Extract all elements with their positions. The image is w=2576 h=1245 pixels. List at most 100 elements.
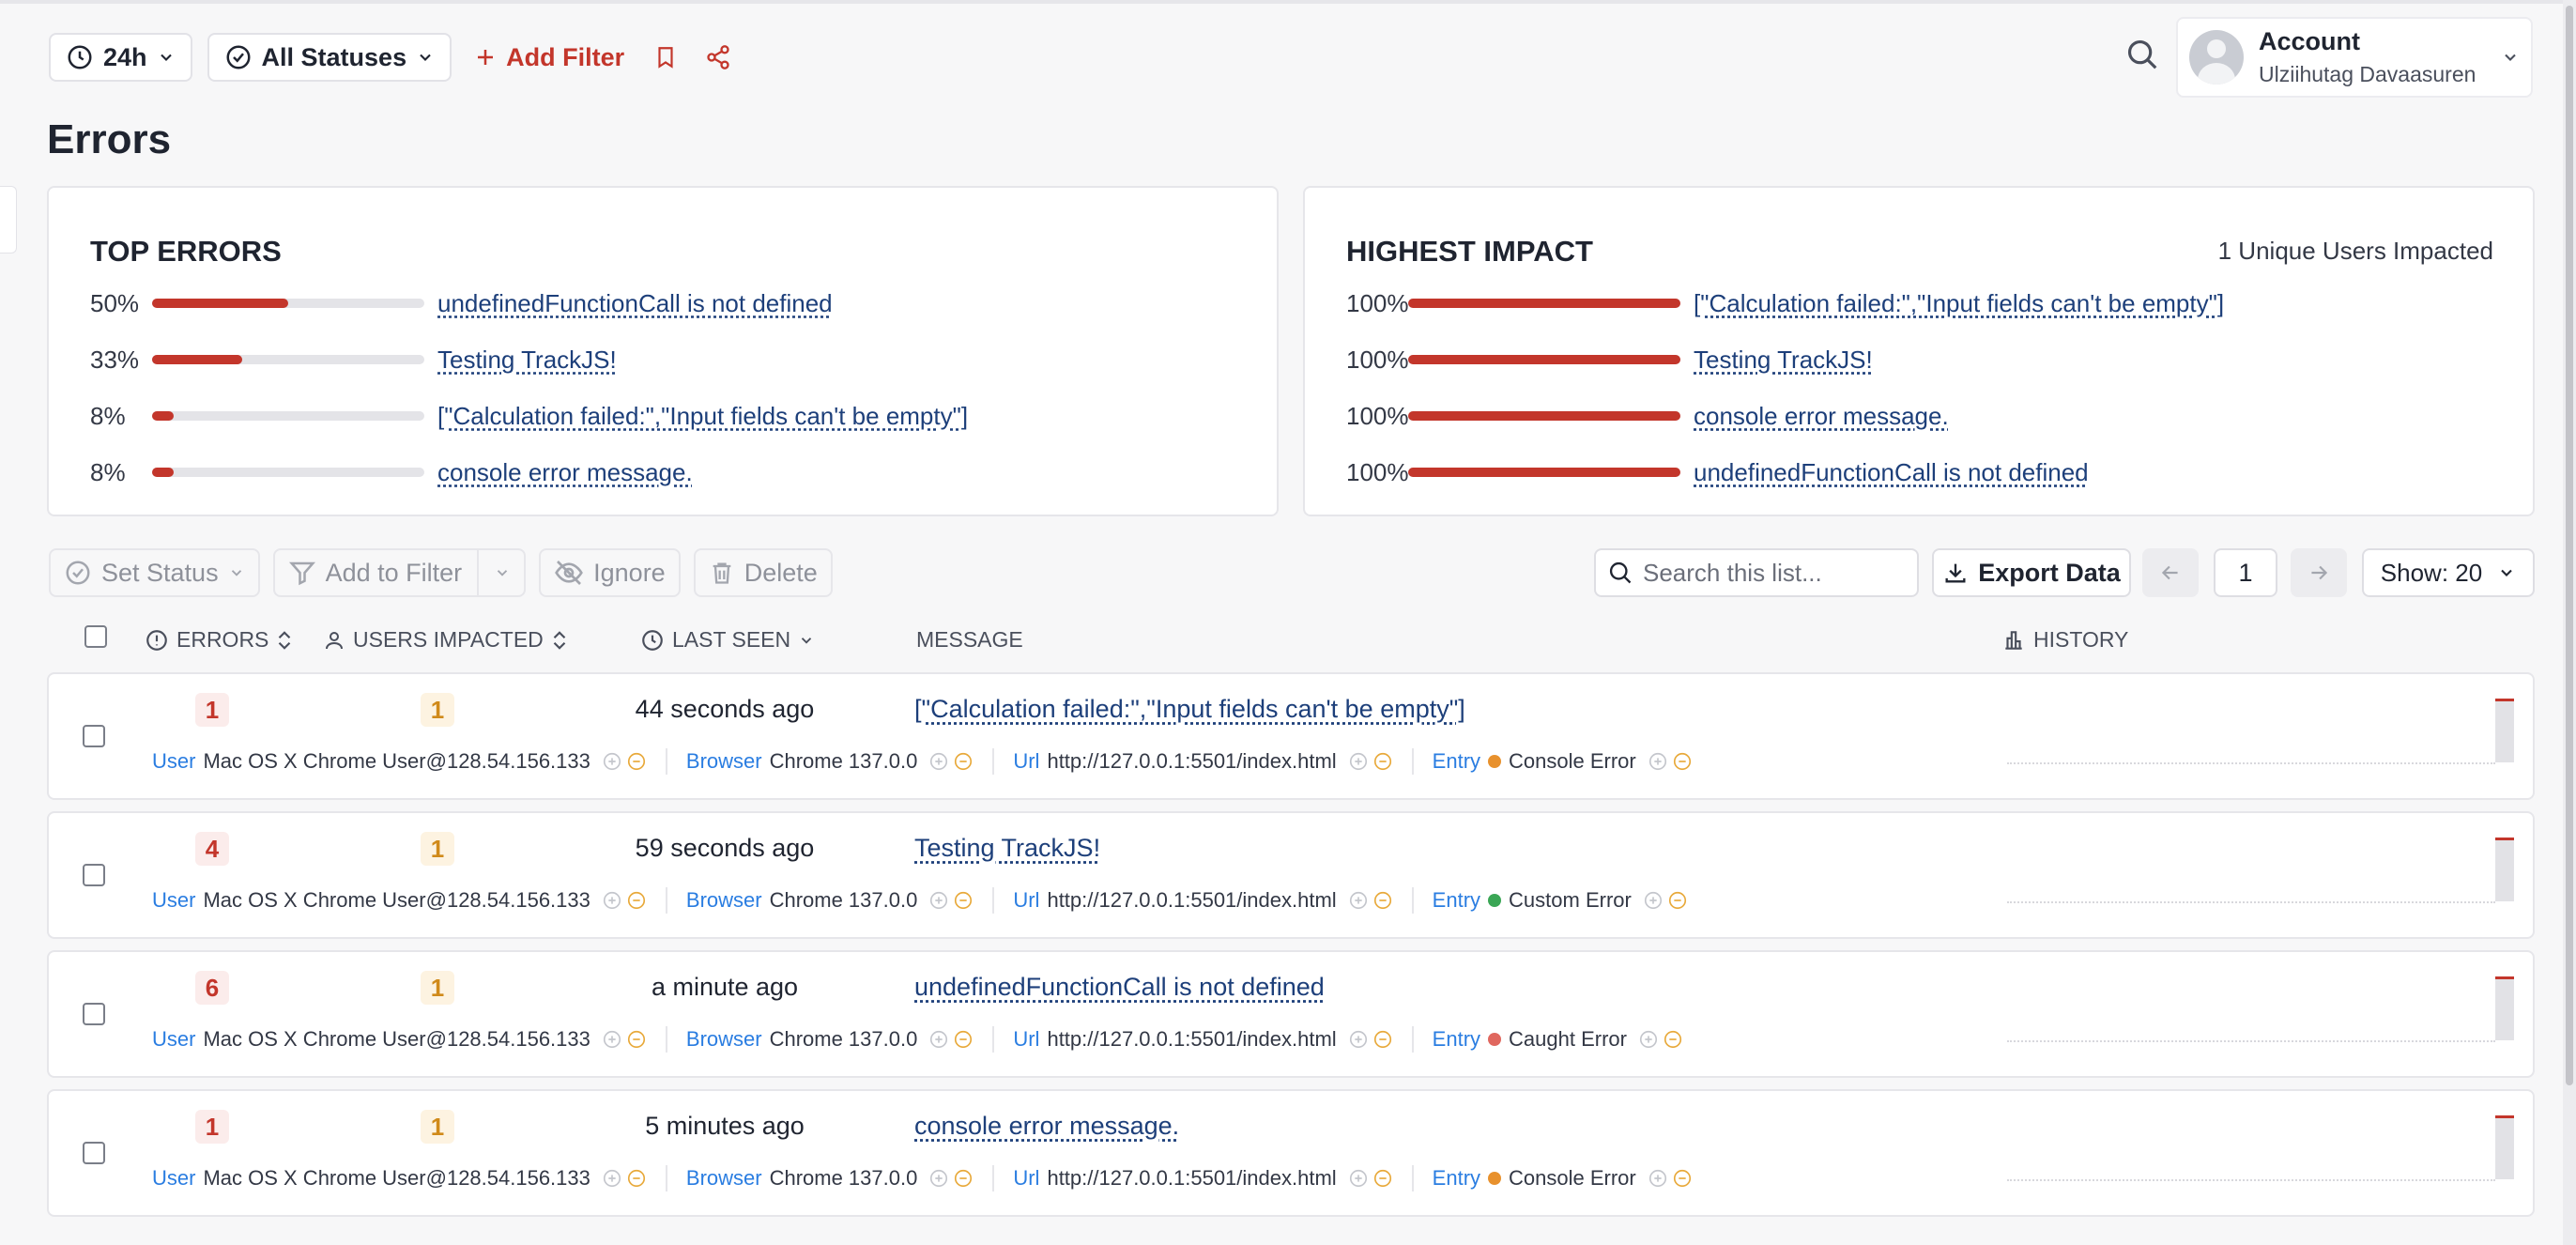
minus-circle-icon[interactable]: [626, 751, 647, 772]
plus-circle-icon[interactable]: [1348, 1168, 1369, 1189]
top-errors-card: TOP ERRORS 50% undefinedFunctionCall is …: [47, 186, 1279, 516]
row-checkbox[interactable]: [83, 725, 105, 747]
top-error-link[interactable]: ["Calculation failed:","Input fields can…: [437, 402, 968, 431]
minus-circle-icon[interactable]: [1372, 1029, 1393, 1050]
minus-circle-icon[interactable]: [1672, 1168, 1693, 1189]
plus-circle-icon[interactable]: [1348, 751, 1369, 772]
eye-off-icon: [555, 561, 584, 585]
status-filter-select[interactable]: All Statuses: [207, 33, 452, 82]
account-user-name: Ulziihutag Davaasuren: [2259, 62, 2476, 86]
row-checkbox[interactable]: [83, 864, 105, 886]
minus-circle-icon[interactable]: [626, 1029, 647, 1050]
select-all-checkbox[interactable]: [84, 625, 107, 648]
bar-chart-icon: [2005, 630, 2022, 650]
delete-button[interactable]: Delete: [693, 548, 833, 597]
entry-key: Entry: [1432, 1166, 1481, 1190]
list-search-input[interactable]: [1643, 558, 1906, 588]
table-row[interactable]: 6 1 a minute ago undefinedFunctionCall i…: [47, 950, 2535, 1078]
user-value: Mac OS X Chrome User@128.54.156.133: [203, 888, 590, 912]
page-number[interactable]: 1: [2214, 548, 2277, 597]
bookmark-button[interactable]: [647, 38, 684, 76]
history-marker: [2495, 1115, 2514, 1118]
error-message-link[interactable]: ["Calculation failed:","Input fields can…: [914, 695, 1465, 724]
plus-circle-icon[interactable]: [1643, 890, 1664, 911]
minus-circle-icon[interactable]: [953, 1029, 974, 1050]
plus-circle-icon[interactable]: [928, 1029, 949, 1050]
minus-circle-icon[interactable]: [1672, 751, 1693, 772]
error-message-link[interactable]: Testing TrackJS!: [914, 834, 1100, 863]
page-scrollbar[interactable]: [2563, 0, 2576, 1245]
plus-circle-icon[interactable]: [1348, 890, 1369, 911]
plus-circle-icon[interactable]: [602, 890, 622, 911]
table-row[interactable]: 1 1 44 seconds ago ["Calculation failed:…: [47, 672, 2535, 800]
impact-link[interactable]: Testing TrackJS!: [1694, 346, 1873, 375]
plus-circle-icon[interactable]: [928, 751, 949, 772]
add-filter-button[interactable]: Add Filter: [467, 43, 632, 72]
previous-page-button[interactable]: [2142, 548, 2199, 597]
bulk-actions: Set Status Add to Filter Ignore Delete: [49, 548, 833, 597]
plus-circle-icon[interactable]: [928, 890, 949, 911]
minus-circle-icon[interactable]: [1372, 751, 1393, 772]
account-menu[interactable]: Account Ulziihutag Davaasuren: [2176, 17, 2533, 98]
minus-circle-icon[interactable]: [953, 890, 974, 911]
error-count-badge: 6: [195, 971, 229, 1005]
next-page-button[interactable]: [2291, 548, 2347, 597]
user-key: User: [152, 1027, 196, 1051]
sort-icon: [279, 630, 291, 650]
plus-circle-icon[interactable]: [928, 1168, 949, 1189]
plus-circle-icon[interactable]: [602, 1029, 622, 1050]
browser-value: Chrome 137.0.0: [769, 888, 918, 912]
minus-circle-icon[interactable]: [953, 751, 974, 772]
table-row[interactable]: 1 1 5 minutes ago console error message.…: [47, 1089, 2535, 1217]
plus-circle-icon[interactable]: [1648, 751, 1668, 772]
impact-item: 100% console error message.: [1346, 400, 1949, 432]
error-message-link[interactable]: console error message.: [914, 1112, 1179, 1141]
top-error-link[interactable]: console error message.: [437, 458, 693, 487]
minus-circle-icon[interactable]: [1372, 1168, 1393, 1189]
ignore-button[interactable]: Ignore: [539, 548, 681, 597]
set-status-button[interactable]: Set Status: [49, 548, 260, 597]
row-checkbox[interactable]: [83, 1142, 105, 1164]
page-title: Errors: [47, 116, 172, 162]
minus-circle-icon[interactable]: [953, 1168, 974, 1189]
last-seen: 44 seconds ago: [635, 695, 815, 723]
impact-link[interactable]: undefinedFunctionCall is not defined: [1694, 458, 2089, 487]
chevron-down-icon: [160, 54, 172, 61]
plus-circle-icon[interactable]: [602, 751, 622, 772]
minus-circle-icon[interactable]: [626, 890, 647, 911]
history-sparkline: [2007, 838, 2514, 928]
plus-circle-icon[interactable]: [602, 1168, 622, 1189]
sidebar-toggle-tab[interactable]: [0, 186, 17, 254]
impact-link[interactable]: console error message.: [1694, 402, 1949, 431]
top-error-link[interactable]: undefinedFunctionCall is not defined: [437, 289, 833, 318]
sort-users-header[interactable]: USERS IMPACTED: [323, 627, 568, 653]
bookmark-icon: [658, 47, 673, 69]
check-circle-icon: [66, 561, 90, 585]
share-button[interactable]: [699, 38, 737, 76]
impact-percent: 100%: [1346, 345, 1409, 374]
sort-errors-header[interactable]: ERRORS: [145, 627, 293, 653]
impact-item: 100% Testing TrackJS!: [1346, 344, 1873, 376]
time-range-select[interactable]: 24h: [49, 33, 192, 82]
minus-circle-icon[interactable]: [1663, 1029, 1683, 1050]
plus-circle-icon[interactable]: [1348, 1029, 1369, 1050]
impact-link[interactable]: ["Calculation failed:","Input fields can…: [1694, 289, 2224, 318]
table-header: ERRORS USERS IMPACTED LAST SEEN MESSAGE …: [49, 622, 2535, 659]
sort-last-seen-header[interactable]: LAST SEEN: [640, 627, 815, 653]
row-checkbox[interactable]: [83, 1003, 105, 1025]
plus-circle-icon[interactable]: [1648, 1168, 1668, 1189]
minus-circle-icon[interactable]: [1372, 890, 1393, 911]
export-data-button[interactable]: Export Data: [1932, 548, 2131, 597]
plus-circle-icon[interactable]: [1638, 1029, 1659, 1050]
page-size-select[interactable]: Show: 20: [2362, 548, 2535, 597]
minus-circle-icon[interactable]: [626, 1168, 647, 1189]
minus-circle-icon[interactable]: [1667, 890, 1688, 911]
table-row[interactable]: 4 1 59 seconds ago Testing TrackJS! User…: [47, 811, 2535, 939]
entry-value: Console Error: [1509, 1166, 1636, 1190]
history-header-label: HISTORY: [2033, 627, 2129, 652]
error-message-link[interactable]: undefinedFunctionCall is not defined: [914, 973, 1325, 1002]
add-to-filter-button[interactable]: Add to Filter: [272, 548, 527, 597]
top-error-link[interactable]: Testing TrackJS!: [437, 346, 617, 375]
last-seen-header-label: LAST SEEN: [672, 627, 791, 652]
global-search-button[interactable]: [2124, 36, 2161, 73]
